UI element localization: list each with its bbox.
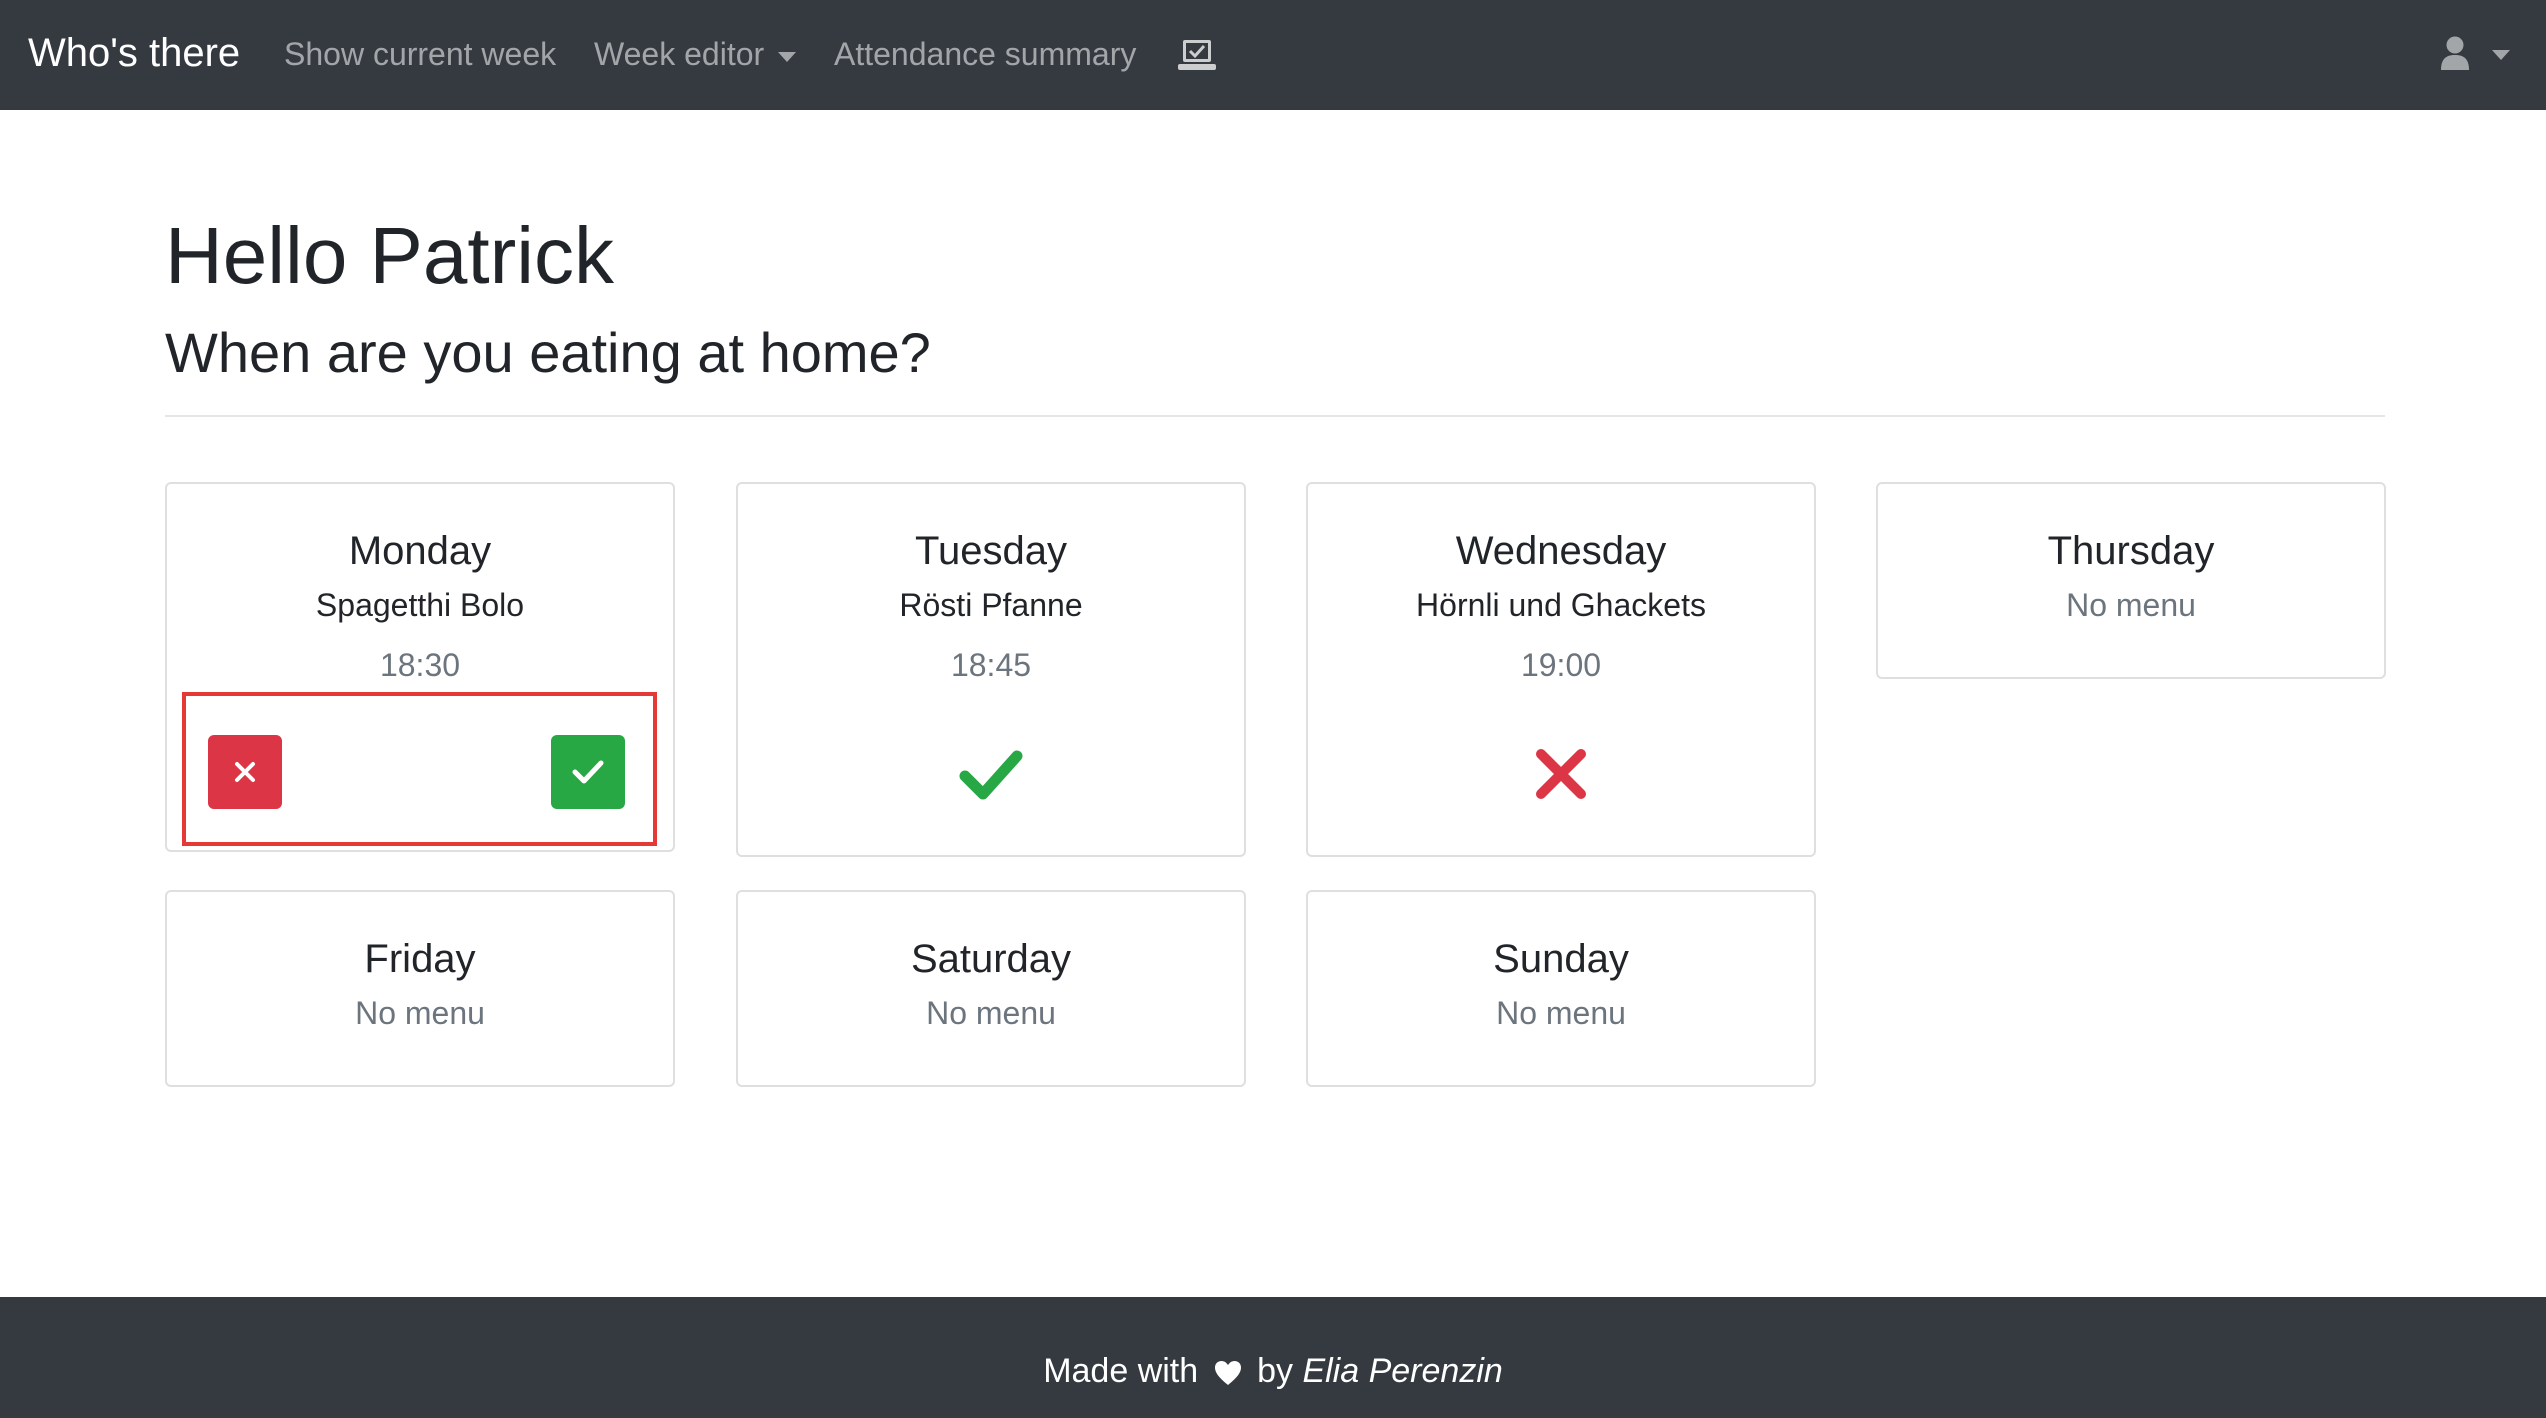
day-name: Wednesday [1455, 529, 1667, 573]
nav-week-editor-dropdown[interactable]: Week editor [594, 32, 797, 76]
chevron-down-icon [778, 51, 797, 62]
decline-button[interactable] [208, 735, 282, 809]
day-card-thursday: Thursday No menu [1876, 482, 2386, 679]
day-name: Friday [364, 937, 476, 981]
menu-name: Hörnli und Ghackets [1416, 587, 1706, 623]
user-menu-dropdown[interactable] [2440, 34, 2514, 74]
close-icon[interactable] [1529, 742, 1593, 806]
footer-prefix: Made with [1043, 1352, 1199, 1390]
footer-credit: Made with by Elia Perenzin [0, 1349, 2546, 1393]
day-card-tuesday: Tuesday Rösti Pfanne 18:45 [736, 482, 1246, 857]
check-icon [572, 760, 604, 784]
meal-time: 18:45 [950, 647, 1032, 683]
day-name: Tuesday [915, 529, 1067, 573]
menu-name: No menu [355, 995, 485, 1031]
menu-name: Rösti Pfanne [899, 587, 1083, 623]
meal-time: 18:30 [379, 647, 461, 683]
accept-button[interactable] [551, 735, 625, 809]
brand-link[interactable]: Who's there [28, 28, 240, 78]
nav-attendance-summary[interactable]: Attendance summary [834, 32, 1136, 76]
day-name: Monday [348, 529, 492, 573]
close-icon [235, 762, 255, 782]
day-name: Thursday [2047, 529, 2215, 573]
menu-name: No menu [926, 995, 1056, 1031]
menu-name: No menu [2066, 587, 2196, 623]
day-name: Sunday [1493, 937, 1629, 981]
user-icon [2441, 36, 2469, 70]
footer-middle: by [1257, 1352, 1293, 1390]
day-card-wednesday: Wednesday Hörnli und Ghackets 19:00 [1306, 482, 1816, 857]
footer: Made with by Elia Perenzin [0, 1297, 2546, 1418]
navbar: Who's there Show current week Week edito… [0, 0, 2546, 110]
day-card-monday: Monday Spagetthi Bolo 18:30 [165, 482, 675, 852]
chevron-down-icon [2492, 50, 2510, 60]
day-card-sunday: Sunday No menu [1306, 890, 1816, 1087]
question-heading: When are you eating at home? [165, 321, 931, 384]
menu-name: No menu [1496, 995, 1626, 1031]
day-card-friday: Friday No menu [165, 890, 675, 1087]
footer-author: Elia Perenzin [1302, 1352, 1503, 1390]
heart-icon [1214, 1361, 1241, 1386]
menu-name: Spagetthi Bolo [315, 587, 525, 623]
divider [165, 415, 2385, 417]
day-name: Saturday [910, 937, 1072, 981]
meal-time: 19:00 [1520, 647, 1602, 683]
check-icon[interactable] [959, 742, 1023, 806]
nav-show-current-week[interactable]: Show current week [284, 32, 556, 76]
greeting-heading: Hello Patrick [165, 211, 615, 300]
attendance-laptop-icon[interactable] [1178, 38, 1216, 72]
nav-week-editor-label: Week editor [594, 36, 765, 72]
day-card-saturday: Saturday No menu [736, 890, 1246, 1087]
